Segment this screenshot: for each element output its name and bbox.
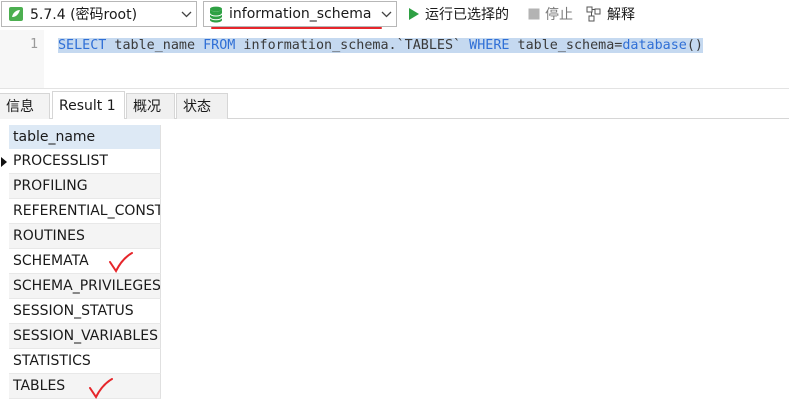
table-row[interactable]: SCHEMA_PRIVILEGES — [9, 274, 161, 299]
explain-button[interactable]: 解释 — [586, 4, 635, 24]
stop-icon — [528, 8, 540, 20]
database-label: information_schema — [229, 6, 372, 22]
database-underline-annotation — [211, 27, 382, 29]
stop-label: 停止 — [545, 7, 573, 23]
table-row[interactable]: PROCESSLIST — [9, 149, 161, 174]
keyword-where: WHERE — [469, 38, 510, 53]
database-icon — [209, 5, 225, 23]
chevron-down-icon[interactable] — [176, 11, 196, 18]
red-check-icon — [89, 378, 113, 399]
tab-info[interactable]: 信息 — [0, 93, 50, 119]
sql-editor[interactable]: 1 SELECT table_name FROM information_sch… — [0, 30, 789, 88]
code-text-parens: () — [686, 38, 703, 53]
code-line[interactable]: SELECT table_name FROM information_schem… — [58, 35, 703, 57]
code-text-condition: table_schema= — [509, 38, 623, 53]
connection-label: 5.7.4 (密码root) — [30, 7, 138, 23]
table-row[interactable]: ROUTINES — [9, 224, 161, 249]
table-row[interactable]: REFERENTIAL_CONSTRAINTS — [9, 199, 161, 224]
line-gutter: 1 — [0, 30, 44, 88]
keyword-select: SELECT — [58, 38, 107, 53]
run-selected-button[interactable]: 运行已选择的 — [408, 4, 509, 24]
table-row[interactable]: TABLES — [9, 374, 161, 399]
table-row[interactable]: PROFILING — [9, 174, 161, 199]
play-icon — [408, 7, 420, 21]
stop-button[interactable]: 停止 — [528, 4, 573, 24]
table-row[interactable]: SCHEMATA — [9, 249, 161, 274]
chevron-down-icon[interactable] — [376, 11, 396, 18]
toolbar: 5.7.4 (密码root) information_schema 运行已选择的 — [0, 0, 789, 30]
connection-icon — [7, 5, 25, 23]
table-row[interactable]: SESSION_VARIABLES — [9, 324, 161, 349]
table-row[interactable]: STATISTICS — [9, 349, 161, 374]
code-text-columns: table_name — [106, 38, 204, 53]
editor-divider — [0, 88, 789, 89]
table-row[interactable]: SESSION_STATUS — [9, 299, 161, 324]
line-number: 1 — [29, 37, 38, 52]
code-text-table: information_schema.`TABLES` — [235, 38, 470, 53]
keyword-database: database — [622, 38, 687, 53]
keyword-from: FROM — [203, 38, 236, 53]
result-tabs: 信息 Result 1 概况 状态 — [0, 91, 789, 119]
red-check-icon — [109, 252, 133, 273]
tab-status[interactable]: 状态 — [176, 93, 228, 119]
current-row-arrow-icon — [1, 149, 9, 174]
tab-profile[interactable]: 概况 — [126, 93, 175, 119]
database-select[interactable]: information_schema — [203, 1, 397, 27]
explain-icon — [586, 6, 602, 22]
explain-label: 解释 — [607, 7, 635, 23]
column-header-table-name[interactable]: table_name — [9, 125, 161, 149]
connection-select[interactable]: 5.7.4 (密码root) — [1, 1, 197, 27]
tab-result-1[interactable]: Result 1 — [52, 91, 125, 119]
run-selected-label: 运行已选择的 — [425, 7, 509, 23]
